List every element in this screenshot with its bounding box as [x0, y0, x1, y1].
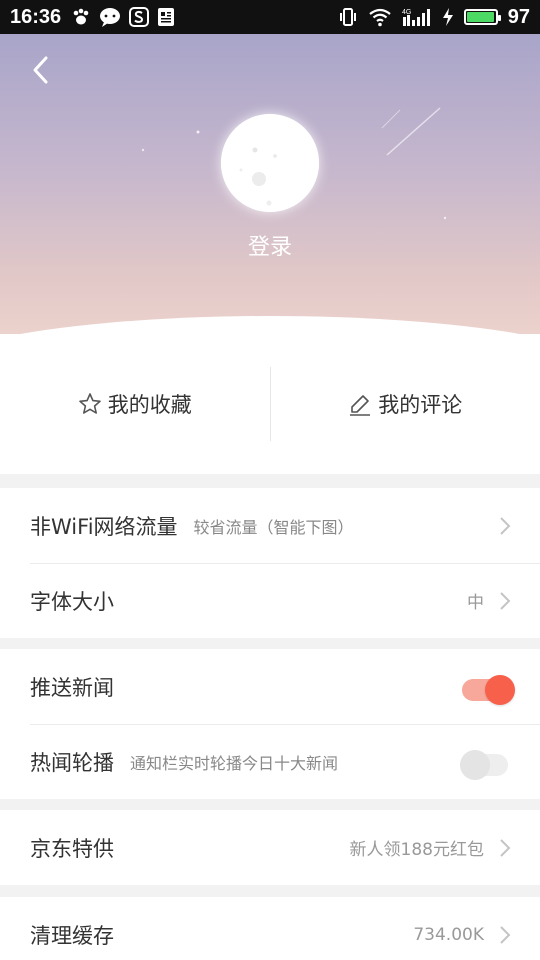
row-data-traffic[interactable]: 非WiFi网络流量 较省流量（智能下图）: [0, 488, 540, 563]
hot-news-desc: 通知栏实时轮播今日十大新闻: [130, 753, 339, 773]
status-left: 16:36: [10, 6, 175, 29]
jd-offer-right: 新人领188元红包: [350, 835, 512, 860]
data-traffic-label: 非WiFi网络流量: [30, 514, 178, 539]
baidu-paw-icon: [71, 7, 91, 27]
data-traffic-desc: 较省流量（智能下图）: [193, 517, 354, 537]
battery-icon: [463, 9, 501, 25]
push-news-right: [462, 674, 515, 705]
hot-news-label: 热闻轮播: [30, 750, 114, 775]
profile-header: 登录: [0, 34, 540, 334]
clear-cache-label: 清理缓存: [30, 923, 114, 948]
font-size-value: 中: [467, 593, 484, 613]
notification-icons: [71, 7, 175, 27]
font-size-right: 中: [467, 588, 512, 613]
star-icon: [78, 393, 101, 414]
chat-bubble-icon: [99, 7, 121, 27]
row-font-size[interactable]: 字体大小 中: [0, 563, 540, 638]
settings-group-promo: 京东特供 新人领188元红包: [0, 810, 540, 885]
charging-icon: [442, 7, 454, 27]
login-button[interactable]: 登录: [0, 229, 540, 261]
clear-cache-value: 734.00K: [413, 924, 484, 945]
toggle-knob: [485, 674, 515, 705]
quick-actions: 我的收藏 我的评论: [0, 334, 540, 474]
back-button[interactable]: [22, 52, 58, 88]
jd-offer-label: 京东特供: [30, 836, 114, 861]
back-chevron-icon: [33, 56, 48, 84]
font-size-label: 字体大小: [30, 589, 114, 614]
chevron-right-icon: [498, 515, 512, 537]
status-right: 4G 97: [338, 6, 530, 29]
comments-label: 我的评论: [378, 393, 463, 417]
news-doc-icon: [157, 7, 175, 27]
comments-button[interactable]: 我的评论: [271, 367, 540, 441]
status-time: 16:36: [10, 5, 62, 28]
chevron-right-icon: [498, 924, 512, 946]
data-traffic-right: [498, 515, 512, 537]
pencil-icon: [350, 395, 371, 416]
chevron-right-icon: [498, 590, 512, 612]
row-clear-cache[interactable]: 清理缓存 734.00K: [0, 897, 540, 960]
status-bar: 16:36 4G 97: [0, 0, 540, 34]
chevron-right-icon: [498, 837, 512, 859]
clear-cache-right: 734.00K: [413, 924, 512, 946]
row-jd-offer[interactable]: 京东特供 新人领188元红包: [0, 810, 540, 885]
toggle-knob: [460, 749, 490, 780]
s-app-icon: [129, 7, 150, 27]
vibrate-icon: [338, 7, 358, 27]
battery-fill: [466, 12, 494, 22]
push-news-toggle[interactable]: [462, 674, 515, 705]
favorites-label: 我的收藏: [107, 393, 192, 417]
moon-avatar-icon: [221, 114, 319, 212]
jd-offer-value: 新人领188元红包: [349, 840, 484, 860]
network-type-label: 4G: [402, 9, 411, 16]
settings-group-notifications: 推送新闻 热闻轮播 通知栏实时轮播今日十大新闻: [0, 649, 540, 799]
hot-news-right: [460, 749, 512, 780]
settings-group-storage: 清理缓存 734.00K: [0, 897, 540, 960]
settings-group-display: 非WiFi网络流量 较省流量（智能下图） 字体大小 中: [0, 488, 540, 638]
hot-news-toggle[interactable]: [460, 749, 512, 780]
push-news-label: 推送新闻: [30, 675, 114, 700]
avatar[interactable]: [221, 114, 319, 212]
wifi-icon: [368, 7, 392, 27]
signal-icon: 4G: [402, 7, 432, 27]
row-push-news[interactable]: 推送新闻: [0, 649, 540, 724]
row-hot-news[interactable]: 热闻轮播 通知栏实时轮播今日十大新闻: [0, 724, 540, 799]
battery-level: 97: [507, 5, 530, 28]
favorites-button[interactable]: 我的收藏: [0, 367, 270, 441]
